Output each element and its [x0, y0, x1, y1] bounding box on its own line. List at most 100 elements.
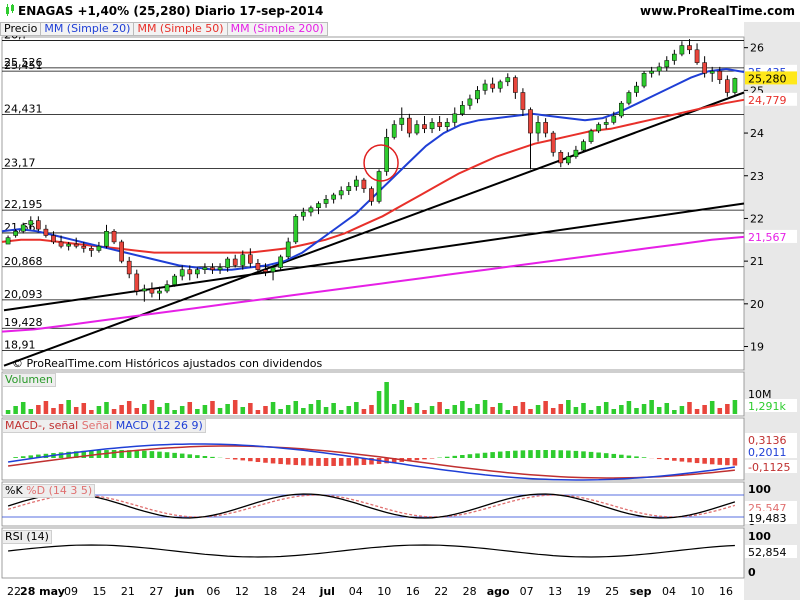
macd-histogram-bar	[505, 451, 511, 458]
macd-histogram-bar	[717, 458, 723, 465]
volume-bar	[36, 405, 41, 414]
macd-histogram-bar	[672, 458, 677, 461]
x-axis-label: jul	[319, 585, 335, 598]
macd-histogram-bar	[535, 450, 541, 458]
candle-body	[672, 53, 677, 61]
x-axis-label: 06	[206, 585, 220, 598]
candle-body	[429, 122, 435, 130]
candle-body	[104, 231, 109, 247]
x-axis-label: 19	[577, 585, 591, 598]
volume-bar	[566, 400, 571, 414]
level-label: 20,093	[4, 288, 43, 301]
volume-bar	[414, 403, 420, 414]
candle-body	[596, 124, 601, 132]
candle-body	[513, 77, 518, 93]
candle-body	[126, 260, 132, 275]
macd-histogram-bar	[263, 458, 268, 463]
volume-bar	[558, 404, 564, 414]
rsi-panel-label[interactable]: RSI (14)	[2, 530, 52, 544]
site-link[interactable]: www.ProRealTime.com	[640, 4, 795, 18]
x-axis-label: 10	[691, 585, 705, 598]
volume-bar	[497, 403, 503, 414]
volume-bar	[361, 409, 367, 414]
last-price-tag: 25,280	[748, 72, 787, 85]
macd-histogram-bar	[513, 450, 518, 458]
legend-price[interactable]: Precio	[0, 22, 41, 36]
macd-histogram-bar	[558, 450, 564, 458]
legend-ma20[interactable]: MM (Simple 20)	[40, 22, 134, 36]
macd-histogram-bar	[550, 450, 556, 458]
macd-label-b: Señal	[81, 419, 113, 432]
volume-bar	[634, 408, 639, 414]
stoch-panel-label[interactable]: %K %D (14 3 5)	[2, 484, 96, 498]
volume-bar	[664, 403, 670, 414]
candle-body	[179, 269, 185, 277]
candle-body	[263, 269, 268, 273]
volume-panel-label[interactable]: Volumen	[2, 373, 56, 387]
volume-bar	[672, 410, 677, 414]
x-axis-label: 28 may	[20, 585, 65, 598]
legend-ma50[interactable]: MM (Simple 50)	[133, 22, 227, 36]
volume-bar	[111, 409, 117, 414]
volume-bar	[293, 401, 299, 414]
candle-body	[505, 77, 511, 83]
candle-body	[475, 90, 480, 100]
candle-body	[694, 49, 700, 63]
volume-bar	[134, 408, 140, 414]
volume-bar	[429, 406, 435, 414]
candle-body	[649, 70, 654, 74]
macd-histogram-bar	[346, 458, 352, 466]
x-axis-label: 27	[149, 585, 163, 598]
volume-bar	[611, 409, 617, 414]
volume-bar	[482, 400, 488, 414]
volume-bar	[528, 409, 533, 414]
legend-ma200[interactable]: MM (Simple 200)	[226, 22, 328, 36]
chart-canvas[interactable]: 26,?25,52625,45124,43123,1722,19521,6620…	[0, 0, 800, 600]
candle-body	[444, 122, 450, 127]
macd-histogram-bar	[611, 453, 617, 458]
rsi-line	[8, 544, 735, 558]
macd-histogram-bar	[187, 454, 193, 458]
volume-bar	[240, 407, 246, 414]
volume-bar	[467, 408, 473, 414]
volume-bar	[717, 408, 723, 414]
chart-window: 26,?25,52625,45124,43123,1722,19521,6620…	[0, 0, 800, 600]
volume-bar	[73, 407, 79, 414]
candle-body	[111, 231, 117, 243]
x-axis-label: 10	[377, 585, 391, 598]
stoch-k-line	[7, 493, 736, 519]
panel-frame	[1, 481, 745, 527]
stoch-label-a: %K	[5, 484, 23, 497]
volume-bar	[104, 402, 109, 414]
candle-body	[58, 241, 64, 247]
macd-histogram-bar	[482, 452, 488, 458]
macd-histogram-bar	[13, 457, 18, 458]
volume-bar	[475, 404, 480, 414]
x-axis-label: 24	[292, 585, 306, 598]
candle-body	[20, 224, 26, 232]
x-axis-label: 04	[349, 585, 363, 598]
x-axis-label: 18	[263, 585, 277, 598]
macd-histogram-bar	[452, 455, 458, 458]
macd-label-c: MACD (12 26 9)	[115, 419, 203, 432]
volume-bar	[225, 404, 230, 414]
volume-bar	[626, 401, 632, 414]
macd-histogram-bar	[248, 458, 253, 462]
macd-panel-label[interactable]: MACD-, señal Señal MACD (12 26 9)	[2, 419, 206, 433]
rsi-value: 52,854	[748, 546, 787, 559]
volume-bar	[89, 410, 94, 414]
candle-body	[278, 256, 283, 268]
price-tick-label: 19	[750, 341, 764, 354]
volume-bar	[232, 400, 238, 414]
candle-body	[202, 267, 208, 270]
ma200-value-tag: 21,567	[748, 231, 787, 244]
volume-bar	[391, 404, 397, 414]
price-tick-label: 26	[750, 42, 764, 55]
volume-bar	[210, 401, 215, 414]
volume-bar	[543, 401, 548, 414]
volume-bar	[369, 405, 374, 414]
x-axis-label: sep	[630, 585, 652, 598]
candle-body	[422, 124, 427, 130]
candle-body	[66, 243, 71, 247]
stoch-label-b: %D (14 3 5)	[26, 484, 93, 497]
